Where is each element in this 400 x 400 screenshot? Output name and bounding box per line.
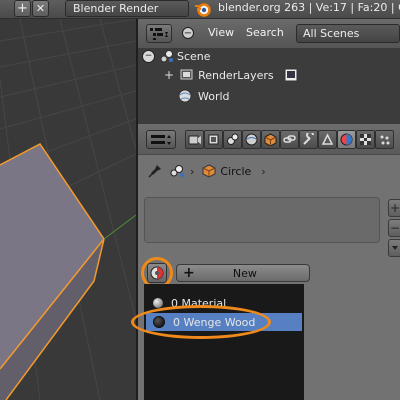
render-engine-select[interactable]: Blender Render <box>65 0 189 17</box>
new-material-button[interactable]: + New <box>176 264 310 282</box>
material-slot-list[interactable] <box>144 197 380 243</box>
tab-render[interactable] <box>185 130 204 149</box>
renderlayers-icon <box>180 69 193 80</box>
viewport-scene <box>0 19 136 400</box>
world-icon <box>178 89 192 103</box>
tab-constraints[interactable] <box>280 130 299 149</box>
scene-props-icon <box>227 133 239 145</box>
wrench-icon <box>303 133 314 145</box>
render-layer-camera-icon <box>284 68 298 82</box>
remove-slot-button[interactable]: − <box>388 219 400 237</box>
blender-logo-icon <box>195 3 211 17</box>
material-preview-icon <box>153 298 163 308</box>
tree-label-scene: Scene <box>177 49 211 63</box>
chain-link-icon <box>283 135 296 143</box>
tab-object-data[interactable] <box>318 130 337 149</box>
outliner-header: − View Search All Scenes <box>138 19 400 48</box>
y-axis-line <box>103 214 136 240</box>
3d-viewport[interactable] <box>0 19 136 400</box>
slot-specials-button[interactable] <box>388 239 400 257</box>
material-icon <box>340 133 353 146</box>
display-mode-select[interactable]: All Scenes <box>296 24 400 43</box>
selection-highlight-ring <box>131 305 271 339</box>
menu-view[interactable]: View <box>208 26 234 39</box>
tree-label-world: World <box>198 89 230 103</box>
close-icon: ✕ <box>35 2 46 15</box>
properties-header <box>138 124 400 155</box>
tree-label-renderlayers: RenderLayers <box>198 68 274 82</box>
texture-checker-icon <box>360 134 371 145</box>
collapse-toggle-icon[interactable]: − <box>142 49 155 63</box>
add-slot-button[interactable]: + <box>388 199 400 217</box>
tab-material[interactable] <box>337 130 356 149</box>
chevron-down-icon <box>392 246 398 250</box>
mesh-data-icon <box>321 133 334 145</box>
new-material-label: New <box>232 266 257 280</box>
particles-icon <box>380 135 390 145</box>
properties-editor-icon <box>151 134 171 145</box>
add-screen-button[interactable]: + <box>14 0 31 17</box>
plus-icon: + <box>183 265 195 281</box>
render-engine-label: Blender Render <box>73 2 159 15</box>
camera-icon <box>188 135 201 145</box>
tab-object[interactable] <box>261 130 280 149</box>
outliner-editor: − View Search All Scenes − Scene + Rende… <box>138 19 400 124</box>
editor-type-button[interactable] <box>146 24 172 43</box>
delete-screen-button[interactable]: ✕ <box>32 0 49 17</box>
layers-icon <box>208 134 219 145</box>
expand-plus-icon[interactable]: + <box>164 68 174 82</box>
tab-scene[interactable] <box>223 130 242 149</box>
breadcrumb-separator: › <box>190 164 195 178</box>
breadcrumb-separator: › <box>261 164 266 178</box>
scene-icon <box>160 50 173 63</box>
plus-icon: + <box>389 201 400 215</box>
tab-render-layers[interactable] <box>204 130 223 149</box>
tab-particles[interactable] <box>375 130 394 149</box>
info-header: + ✕ Blender Render blender.org 263 | Ve:… <box>0 0 400 19</box>
tree-row-scene[interactable]: − Scene <box>142 46 211 66</box>
plus-icon: + <box>17 1 28 16</box>
material-browse-menu: 0 Material 0 Wenge Wood <box>144 284 304 400</box>
breadcrumb: › Circle › <box>148 164 266 178</box>
world-tab-icon <box>245 133 258 146</box>
properties-editor: › Circle › + − + New 0 Material 0 Wenge <box>131 124 400 400</box>
editor-type-button[interactable] <box>146 130 176 149</box>
display-mode-label: All Scenes <box>303 27 360 40</box>
tab-world[interactable] <box>242 130 261 149</box>
menu-search[interactable]: Search <box>246 26 284 39</box>
breadcrumb-object-name: Circle <box>220 164 252 178</box>
scene-stats: blender.org 263 | Ve:17 | Fa:20 | Ob <box>218 1 400 14</box>
outliner-list-icon <box>150 27 168 40</box>
scene-icon <box>170 165 184 177</box>
pin-icon[interactable] <box>148 164 162 178</box>
tree-row-world[interactable]: World <box>178 86 230 106</box>
tab-modifiers[interactable] <box>299 130 318 149</box>
tab-texture[interactable] <box>356 130 375 149</box>
object-cube-icon <box>202 164 216 178</box>
tree-row-renderlayers[interactable]: + RenderLayers <box>164 65 298 85</box>
minus-icon: − <box>389 221 400 235</box>
object-cube-icon <box>264 133 277 146</box>
collapse-menus-icon[interactable]: − <box>182 27 194 39</box>
